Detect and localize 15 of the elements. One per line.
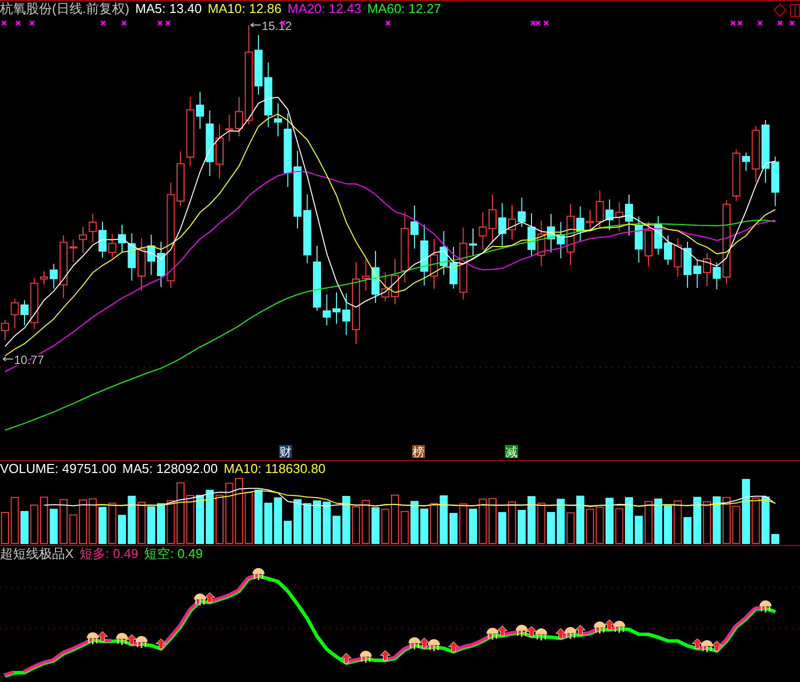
volume-reading: MA10: 118630.80 — [224, 461, 326, 477]
ma-reading: MA5: 13.40 — [135, 1, 202, 17]
ma-reading: MA20: 12.43 — [288, 1, 362, 17]
volume-reading: VOLUME: 49751.00 — [0, 461, 116, 477]
ma-reading: MA10: 12.86 — [208, 1, 282, 17]
high-price-label: 15.12 — [262, 19, 292, 33]
volume-reading: MA5: 128092.00 — [122, 461, 218, 477]
ma-reading: MA60: 12.27 — [367, 1, 441, 17]
indicator-reading: 短空: 0.49 — [144, 546, 203, 562]
stock-title: 杭氧股份(日线.前复权) — [0, 1, 130, 17]
indicator-title: 超短线极品X — [0, 546, 74, 562]
indicator-reading: 短多: 0.49 — [80, 546, 138, 562]
event-badge[interactable]: 榜 — [412, 445, 425, 459]
event-badge[interactable]: 财 — [279, 445, 292, 459]
event-badge[interactable]: 减 — [505, 445, 518, 459]
